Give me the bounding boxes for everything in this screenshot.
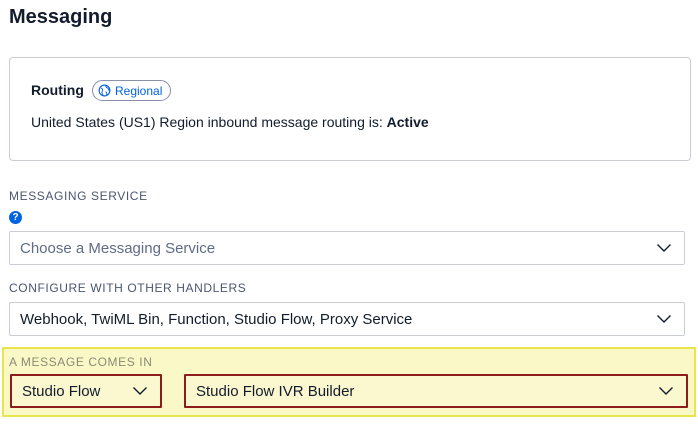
handlers-select[interactable]: Webhook, TwiML Bin, Function, Studio Flo… bbox=[9, 302, 685, 336]
page-title: Messaging bbox=[9, 6, 113, 28]
messaging-service-placeholder: Choose a Messaging Service bbox=[20, 239, 216, 257]
incoming-flow-value: Studio Flow IVR Builder bbox=[196, 382, 355, 400]
messaging-service-select[interactable]: Choose a Messaging Service bbox=[9, 231, 685, 265]
chevron-down-icon bbox=[657, 315, 671, 323]
handlers-label: CONFIGURE WITH OTHER HANDLERS bbox=[9, 281, 247, 295]
incoming-type-value: Studio Flow bbox=[22, 382, 101, 400]
routing-status: United States (US1) Region inbound messa… bbox=[31, 114, 429, 130]
routing-status-text: United States (US1) Region inbound messa… bbox=[31, 114, 387, 130]
routing-status-value: Active bbox=[386, 114, 429, 130]
routing-label: Routing bbox=[31, 82, 84, 98]
help-icon[interactable]: ? bbox=[9, 211, 22, 224]
incoming-flow-select[interactable]: Studio Flow IVR Builder bbox=[184, 374, 688, 408]
regional-badge-label: Regional bbox=[115, 83, 163, 98]
messaging-service-label: MESSAGING SERVICE bbox=[9, 189, 148, 203]
globe-icon bbox=[98, 84, 111, 97]
incoming-type-select[interactable]: Studio Flow bbox=[10, 374, 162, 408]
routing-card: Routing Regional United States (US1) Reg… bbox=[9, 57, 691, 161]
chevron-down-icon bbox=[659, 387, 673, 395]
chevron-down-icon bbox=[133, 387, 147, 395]
chevron-down-icon bbox=[657, 244, 671, 252]
handlers-value: Webhook, TwiML Bin, Function, Studio Flo… bbox=[20, 310, 413, 328]
incoming-message-label: A MESSAGE COMES IN bbox=[9, 355, 153, 369]
regional-badge: Regional bbox=[92, 80, 172, 101]
